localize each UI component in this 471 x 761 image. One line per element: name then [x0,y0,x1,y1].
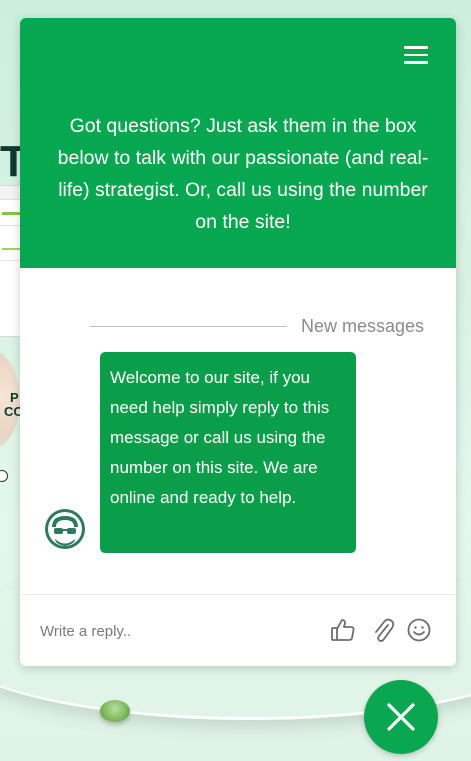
smiley-icon[interactable] [406,617,432,643]
chat-widget: Got questions? Just ask them in the box … [20,18,456,666]
agent-message-bubble: Welcome to our site, if you need help si… [100,352,356,553]
close-chat-button[interactable] [364,680,438,754]
new-messages-label: New messages [300,316,424,336]
chat-header: Got questions? Just ask them in the box … [20,18,456,268]
close-icon [387,703,415,731]
background-knob-decoration [100,700,130,722]
new-messages-divider: New messages [90,316,424,337]
hamburger-menu-icon[interactable] [404,46,428,64]
agent-avatar-icon [44,508,86,550]
background-screenshot-thumbnail [0,186,22,336]
background-info-icon [0,470,8,482]
reply-input[interactable] [40,619,320,643]
paperclip-icon[interactable] [370,617,396,643]
background-text-fragment: P [10,390,19,405]
chat-footer [20,594,456,666]
background-heading-letter: T [0,140,20,184]
thumbs-up-icon[interactable] [330,617,356,643]
divider-line [90,326,287,327]
chat-conversation: New messages Welcome to our site, if you… [20,268,456,594]
chat-intro-text: Got questions? Just ask them in the box … [57,115,429,233]
